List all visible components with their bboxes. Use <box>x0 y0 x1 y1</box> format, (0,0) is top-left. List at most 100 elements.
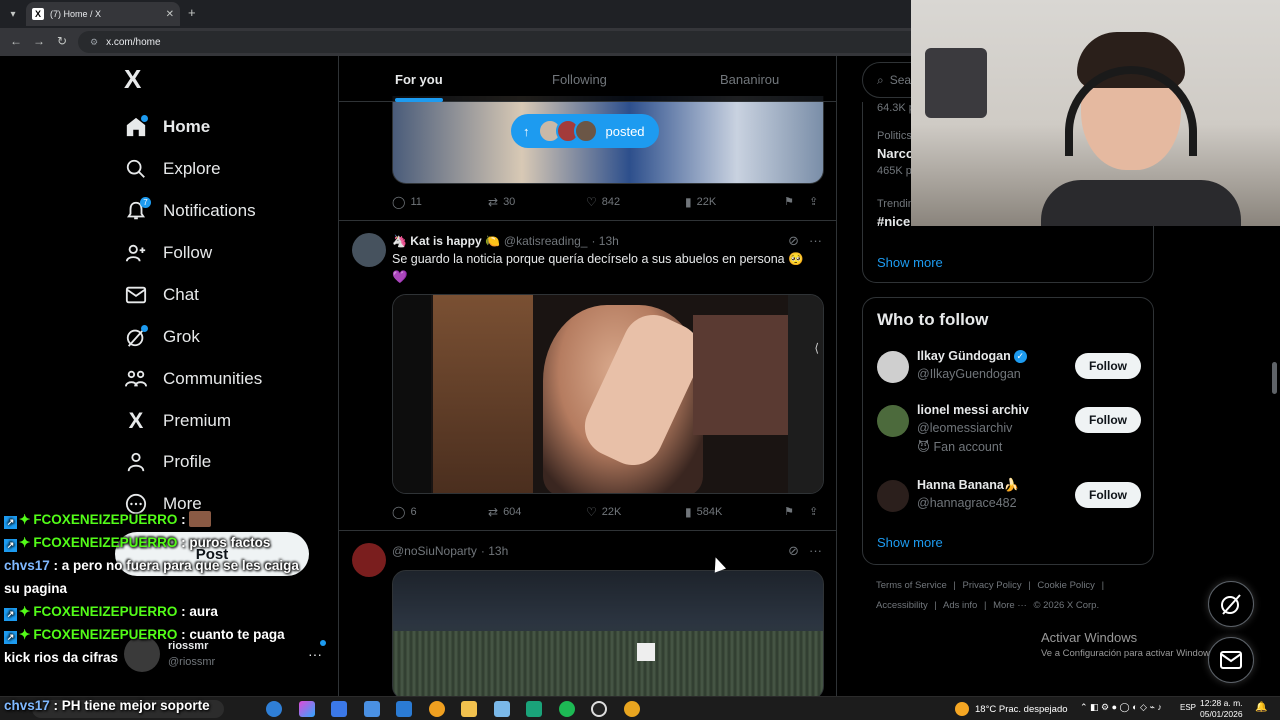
tab-label: Following <box>552 71 607 87</box>
chat-text: puros factos <box>189 535 271 550</box>
notepad-icon[interactable] <box>494 701 510 717</box>
author-handle[interactable]: @katisreading_ <box>504 234 588 248</box>
nav-home[interactable]: Home <box>124 110 210 144</box>
reload-icon[interactable]: ↻ <box>57 34 67 48</box>
obs-icon[interactable] <box>591 701 607 717</box>
stream-chat-overlay: ↗ ✦ FCOXENEIZEPUERRO : ↗ ✦ FCOXENEIZEPUERRO … <box>0 508 300 720</box>
grok-icon[interactable]: ⊘ <box>788 233 799 249</box>
views-icon: ▮ <box>685 195 692 209</box>
trend-title[interactable]: Narco <box>877 146 914 161</box>
view-count: 22K <box>696 196 717 208</box>
more-horizontal-icon[interactable]: ··· <box>809 543 822 559</box>
weather-icon <box>955 702 969 716</box>
tab-search-button[interactable]: ▾ <box>4 5 22 23</box>
nav-grok[interactable]: Grok <box>124 320 200 354</box>
tweet-time[interactable]: · 13h <box>591 234 618 248</box>
chat-message: ↗ ✦ FCOXENEIZEPUERRO : <box>0 508 300 531</box>
tweet-time[interactable]: · 13h <box>481 544 508 558</box>
weather-widget[interactable]: 18°C Prac. despejado <box>955 702 1068 716</box>
nav-explore[interactable]: Explore <box>124 152 221 186</box>
nav-profile[interactable]: Profile <box>124 445 211 479</box>
more-horizontal-icon[interactable]: ··· <box>809 233 822 249</box>
page-scrollbar[interactable] <box>1272 362 1277 394</box>
author-name[interactable]: 🦄 Kat is happy 🍋 <box>392 234 500 248</box>
new-posts-pill[interactable]: ↑ posted <box>511 114 659 148</box>
notification-center-icon[interactable]: 🔔 <box>1255 702 1267 713</box>
folder-icon[interactable] <box>461 701 477 717</box>
share-icon[interactable]: ⇪ <box>809 195 818 208</box>
close-icon[interactable]: ✕ <box>166 9 174 20</box>
store-icon[interactable] <box>364 701 380 717</box>
nav-communities[interactable]: Communities <box>124 362 262 396</box>
chrome-active-icon[interactable] <box>624 701 640 717</box>
footer-link[interactable]: Ads info <box>943 600 977 611</box>
avatar[interactable] <box>352 233 386 267</box>
search-icon <box>124 157 148 181</box>
trend-title[interactable]: #nice <box>877 214 910 229</box>
app-icon[interactable] <box>526 701 542 717</box>
avatar <box>877 480 909 512</box>
tweet-image[interactable]: ⟨ <box>392 294 824 494</box>
mail-icon <box>1220 651 1242 669</box>
more-horizontal-icon[interactable]: ··· <box>308 646 322 662</box>
reply-button[interactable]: ◯ 6 <box>392 505 417 519</box>
site-info-icon[interactable]: ⚙ <box>90 37 98 48</box>
new-tab-icon[interactable]: + <box>188 5 196 20</box>
grok-fab-button[interactable] <box>1208 581 1254 627</box>
url-input[interactable]: ⚙ x.com/home <box>78 31 938 53</box>
nav-notifications[interactable]: 7 Notifications <box>124 194 256 228</box>
tab-for-you[interactable]: For you <box>395 56 443 102</box>
reply-button[interactable]: ◯ 11 <box>392 195 422 209</box>
footer-link[interactable]: Privacy Policy <box>963 580 1022 591</box>
follow-button[interactable]: Follow <box>1075 482 1141 508</box>
browser-tab[interactable]: X (7) Home / X ✕ <box>26 2 180 26</box>
follow-suggestion[interactable]: lionel messi archiv @leomessiarchiv 😈 Fa… <box>877 403 1141 454</box>
follow-suggestion[interactable]: Ilkay Gündogan ✓ @IlkayGuendogan Follow <box>877 349 1141 399</box>
tab-bananirou[interactable]: Bananirou <box>720 56 779 102</box>
people-icon <box>124 367 148 391</box>
like-button[interactable]: ♡ 22K <box>586 505 621 519</box>
clock[interactable]: 12:28 a. m. 05/01/2026 <box>1200 698 1243 720</box>
avatar[interactable] <box>352 543 386 577</box>
grok-icon[interactable]: ⊘ <box>788 543 799 559</box>
author-handle[interactable]: @noSiuNoparty <box>392 544 477 558</box>
outlook-icon[interactable] <box>331 701 347 717</box>
nav-label: Profile <box>163 452 212 471</box>
nav-follow[interactable]: Follow <box>124 236 212 270</box>
footer-link[interactable]: Terms of Service <box>876 580 947 591</box>
messages-fab-button[interactable] <box>1208 637 1254 683</box>
like-button[interactable]: ♡ 842 <box>586 195 620 209</box>
copilot-icon[interactable] <box>299 701 315 717</box>
share-icon[interactable]: ⇪ <box>809 505 818 518</box>
tab-following[interactable]: Following <box>552 56 607 102</box>
follow-button[interactable]: Follow <box>1075 407 1141 433</box>
system-tray[interactable]: ⌃ ◧ ⚙ ● ◯ ◐ ◇ ⌁ ♪ <box>1080 702 1162 713</box>
repost-button[interactable]: ⇄ 30 <box>488 195 515 209</box>
views-button[interactable]: ▮ 22K <box>685 195 716 209</box>
show-more-link[interactable]: Show more <box>877 255 943 270</box>
footer-link[interactable]: Cookie Policy <box>1037 580 1095 591</box>
follow-suggestion[interactable]: Hanna Banana🍌 @hannagrace482 Follow <box>877 478 1141 528</box>
language-indicator[interactable]: ESP <box>1180 703 1196 712</box>
edge-icon[interactable] <box>266 701 282 717</box>
show-more-link[interactable]: Show more <box>877 535 943 550</box>
bookmark-icon[interactable]: ⚑ <box>784 195 794 208</box>
views-button[interactable]: ▮ 584K <box>685 505 722 519</box>
footer-separator: | <box>1028 580 1031 591</box>
vscode-icon[interactable] <box>396 701 412 717</box>
nav-chat[interactable]: Chat <box>124 278 199 312</box>
chrome-icon[interactable] <box>429 701 445 717</box>
footer-link[interactable]: Accessibility <box>876 600 928 611</box>
x-logo-icon[interactable]: X <box>124 66 150 92</box>
repost-button[interactable]: ⇄ 604 <box>488 505 521 519</box>
chevron-left-icon[interactable]: ⟨ <box>814 341 819 355</box>
repost-count: 30 <box>503 196 516 208</box>
back-icon[interactable]: ← <box>10 34 22 48</box>
bookmark-icon[interactable]: ⚑ <box>784 505 794 518</box>
spotify-icon[interactable] <box>559 701 575 717</box>
footer-link[interactable]: More ··· <box>993 600 1027 611</box>
forward-icon[interactable]: → <box>33 34 45 48</box>
follow-button[interactable]: Follow <box>1075 353 1141 379</box>
tweet-image[interactable] <box>392 570 824 696</box>
nav-premium[interactable]: X Premium <box>124 404 231 438</box>
